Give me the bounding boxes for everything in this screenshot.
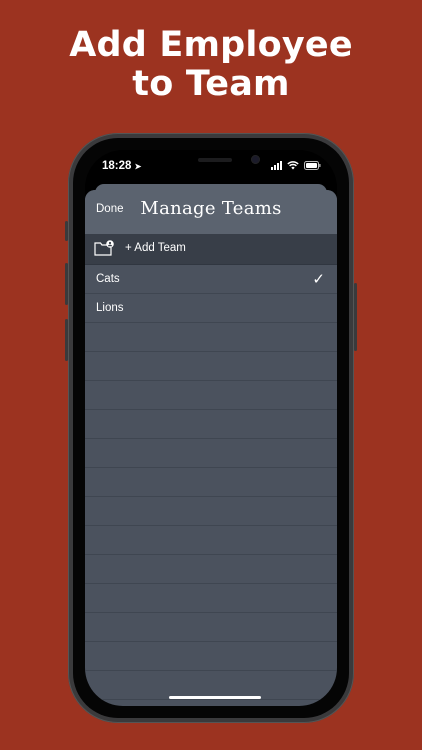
power-button <box>354 283 357 351</box>
team-name: Lions <box>96 302 124 314</box>
headline-line-1: Add Employee <box>69 25 353 65</box>
volume-down-button <box>65 319 68 361</box>
empty-row <box>85 526 337 555</box>
empty-row <box>85 468 337 497</box>
folder-person-icon <box>94 240 114 256</box>
phone-frame: 18:28 ➤ Done Manage Teams + Add Team Cat… <box>65 133 357 723</box>
empty-row <box>85 352 337 381</box>
status-time-text: 18:28 <box>102 160 132 172</box>
location-arrow-icon: ➤ <box>134 162 142 171</box>
add-team-label: + Add Team <box>125 242 186 254</box>
mute-switch <box>65 221 68 241</box>
team-row-lions[interactable]: Lions <box>85 294 337 323</box>
empty-row <box>85 584 337 613</box>
navigation-bar: Done Manage Teams <box>85 190 337 234</box>
empty-row <box>85 642 337 671</box>
signal-icon <box>271 161 282 170</box>
phone-screen: 18:28 ➤ Done Manage Teams + Add Team Cat… <box>85 150 337 706</box>
empty-row <box>85 613 337 642</box>
empty-row <box>85 439 337 468</box>
promo-headline: Add Employee to Team <box>0 26 422 104</box>
empty-row <box>85 497 337 526</box>
empty-row <box>85 410 337 439</box>
wifi-icon <box>287 161 299 170</box>
manage-teams-sheet: Done Manage Teams + Add Team Cats ✓ Lion… <box>85 190 337 706</box>
screen-bezel: 18:28 ➤ Done Manage Teams + Add Team Cat… <box>73 138 349 718</box>
headline-line-2: to Team <box>132 64 290 104</box>
nav-title: Manage Teams <box>140 198 282 219</box>
add-team-row[interactable]: + Add Team <box>85 234 337 265</box>
empty-row <box>85 555 337 584</box>
empty-row <box>85 381 337 410</box>
status-icons <box>271 161 321 170</box>
empty-rows <box>85 323 337 700</box>
team-name: Cats <box>96 273 120 285</box>
empty-row <box>85 323 337 352</box>
home-indicator[interactable] <box>169 696 261 699</box>
battery-icon <box>304 161 321 170</box>
volume-up-button <box>65 263 68 305</box>
checkmark-icon: ✓ <box>312 271 325 288</box>
status-time: 18:28 ➤ <box>102 160 141 172</box>
team-row-cats[interactable]: Cats ✓ <box>85 265 337 294</box>
